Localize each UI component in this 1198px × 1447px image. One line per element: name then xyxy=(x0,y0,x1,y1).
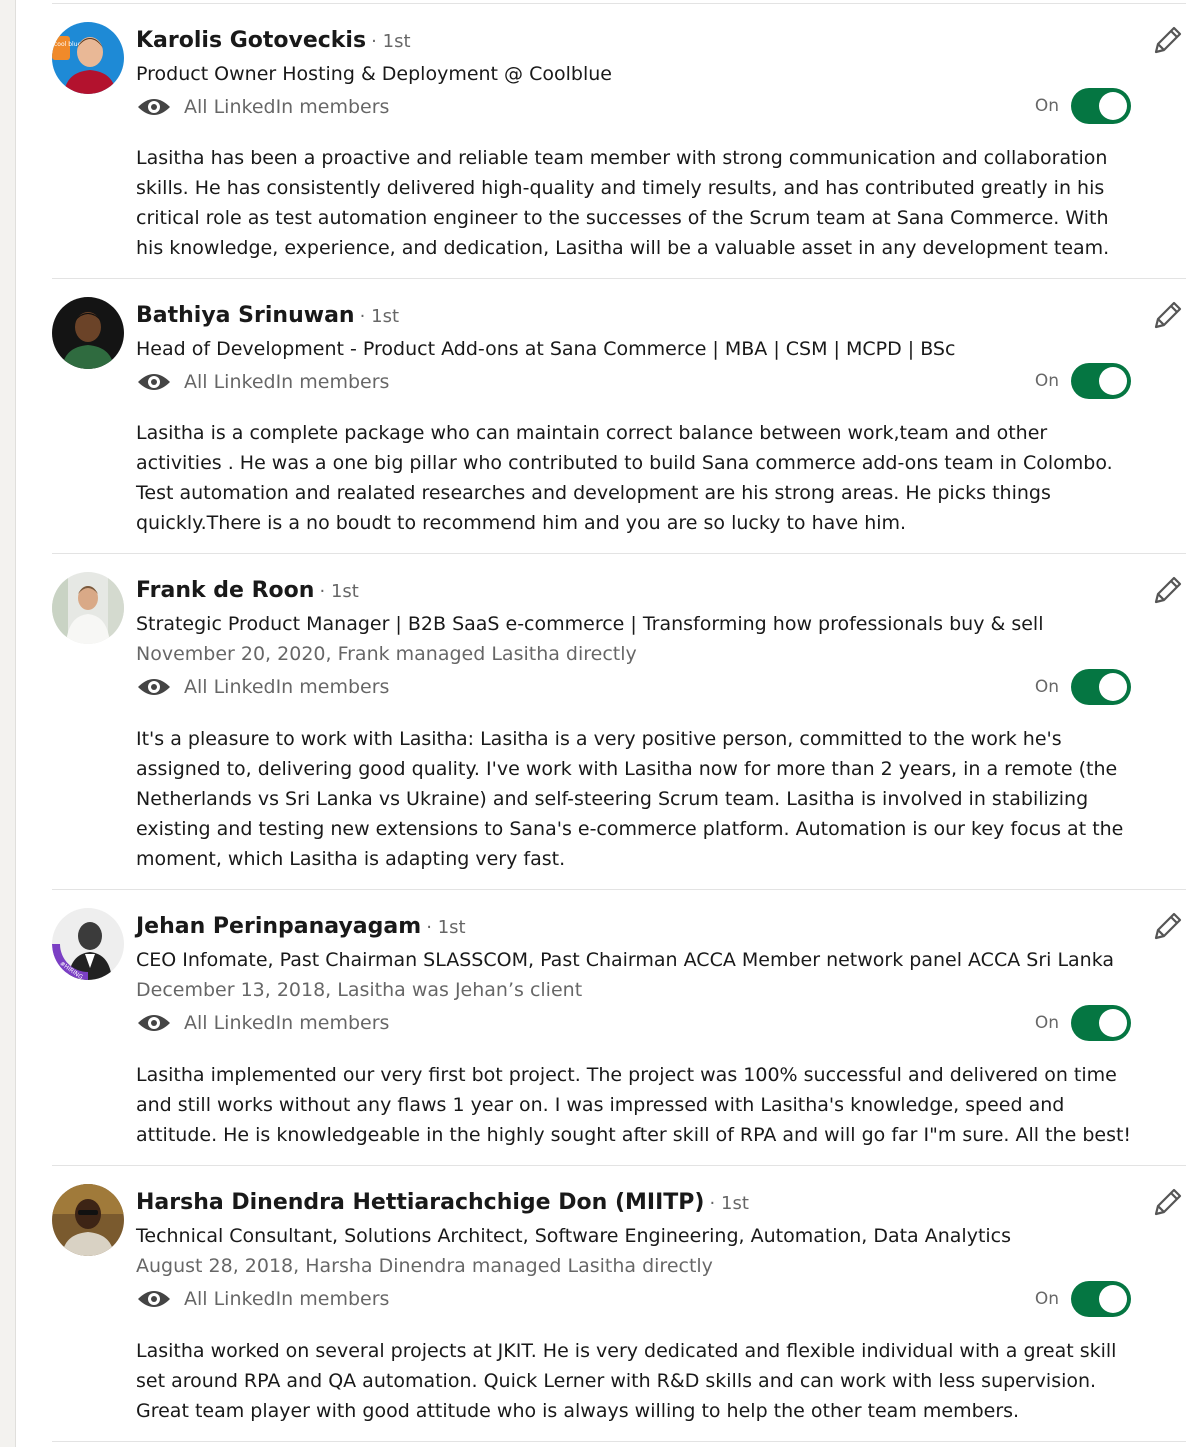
connection-degree: · 1st xyxy=(319,581,359,602)
relationship-date: December 13, 2018, Lasitha was Jehan’s c… xyxy=(136,979,583,1001)
recommendation-item: Frank de Roon · 1st Strategic Product Ma… xyxy=(52,554,1186,890)
toggle-label: On xyxy=(1034,371,1059,391)
recommendation-text: Lasitha has been a proactive and reliabl… xyxy=(136,147,1110,259)
visibility-label: All LinkedIn members xyxy=(184,96,390,118)
avatar[interactable] xyxy=(52,297,124,369)
eye-icon xyxy=(136,1011,172,1035)
connection-degree: · 1st xyxy=(426,917,466,938)
show-toggle[interactable]: On xyxy=(1035,668,1131,706)
visibility-label: All LinkedIn members xyxy=(184,371,390,393)
toggle-switch[interactable] xyxy=(1071,1005,1131,1041)
name-line: Bathiya Srinuwan · 1st xyxy=(136,302,399,331)
pencil-icon[interactable] xyxy=(1150,1186,1184,1220)
recommender-headline: CEO Infomate, Past Chairman SLASSCOM, Pa… xyxy=(136,949,1115,971)
toggle-knob xyxy=(1099,673,1127,701)
eye-icon xyxy=(136,1287,172,1311)
recommendation-text: Lasitha implemented our very first bot p… xyxy=(136,1064,1132,1146)
recommendation-text: It's a pleasure to work with Lasitha: La… xyxy=(136,728,1124,870)
recommendation-item: #HIRING Jehan Perinpanayagam · 1st CEO I… xyxy=(52,890,1186,1166)
recommendation-item: Bathiya Srinuwan · 1st Head of Developme… xyxy=(52,279,1186,554)
show-toggle[interactable]: On xyxy=(1035,1280,1131,1318)
toggle-label: On xyxy=(1034,96,1059,116)
name-line: Frank de Roon · 1st xyxy=(136,577,359,606)
name-line: Harsha Dinendra Hettiarachchige Don (MII… xyxy=(136,1189,749,1218)
recommender-name[interactable]: Bathiya Srinuwan xyxy=(136,303,355,328)
toggle-knob xyxy=(1099,92,1127,120)
recommendation-item: Harsha Dinendra Hettiarachchige Don (MII… xyxy=(52,1166,1186,1442)
svg-text:cool blue: cool blue xyxy=(54,41,81,48)
name-line: Jehan Perinpanayagam · 1st xyxy=(136,913,466,942)
recommender-headline: Product Owner Hosting & Deployment @ Coo… xyxy=(136,63,612,85)
visibility-setting: All LinkedIn members xyxy=(136,1282,389,1316)
toggle-knob xyxy=(1099,367,1127,395)
avatar[interactable]: #HIRING xyxy=(52,908,124,980)
recommender-headline: Head of Development - Product Add-ons at… xyxy=(136,338,956,360)
recommender-name[interactable]: Jehan Perinpanayagam xyxy=(136,914,421,939)
recommendation-text: Lasitha worked on several projects at JK… xyxy=(136,1340,1117,1422)
pencil-icon[interactable] xyxy=(1150,574,1184,608)
show-toggle[interactable]: On xyxy=(1035,362,1131,400)
pencil-icon[interactable] xyxy=(1150,910,1184,944)
eye-icon xyxy=(136,675,172,699)
visibility-label: All LinkedIn members xyxy=(184,1012,390,1034)
toggle-switch[interactable] xyxy=(1071,363,1131,399)
left-gutter xyxy=(0,0,16,1447)
eye-icon xyxy=(136,370,172,394)
toggle-switch[interactable] xyxy=(1071,669,1131,705)
eye-icon xyxy=(136,95,172,119)
show-toggle[interactable]: On xyxy=(1035,87,1131,125)
toggle-switch[interactable] xyxy=(1071,88,1131,124)
recommender-name[interactable]: Harsha Dinendra Hettiarachchige Don (MII… xyxy=(136,1190,704,1215)
recommender-name[interactable]: Karolis Gotoveckis xyxy=(136,28,366,53)
visibility-label: All LinkedIn members xyxy=(184,676,390,698)
visibility-setting: All LinkedIn members xyxy=(136,90,389,124)
toggle-label: On xyxy=(1034,1013,1059,1033)
visibility-setting: All LinkedIn members xyxy=(136,1006,389,1040)
toggle-switch[interactable] xyxy=(1071,1281,1131,1317)
relationship-date: November 20, 2020, Frank managed Lasitha… xyxy=(136,643,637,665)
toggle-label: On xyxy=(1034,677,1059,697)
pencil-icon[interactable] xyxy=(1150,299,1184,333)
avatar[interactable] xyxy=(52,1184,124,1256)
connection-degree: · 1st xyxy=(709,1193,749,1214)
recommender-headline: Strategic Product Manager | B2B SaaS e-c… xyxy=(136,613,1044,635)
avatar[interactable] xyxy=(52,572,124,644)
toggle-knob xyxy=(1099,1009,1127,1037)
show-toggle[interactable]: On xyxy=(1035,1004,1131,1042)
recommendation-item: cool blue Karolis Gotoveckis · 1st Produ… xyxy=(52,4,1186,279)
visibility-label: All LinkedIn members xyxy=(184,1288,390,1310)
visibility-setting: All LinkedIn members xyxy=(136,365,389,399)
visibility-setting: All LinkedIn members xyxy=(136,670,389,704)
name-line: Karolis Gotoveckis · 1st xyxy=(136,27,411,56)
recommendation-text: Lasitha is a complete package who can ma… xyxy=(136,422,1113,534)
recommender-name[interactable]: Frank de Roon xyxy=(136,578,314,603)
pencil-icon[interactable] xyxy=(1150,24,1184,58)
avatar[interactable]: cool blue xyxy=(52,22,124,94)
connection-degree: · 1st xyxy=(359,306,400,327)
toggle-knob xyxy=(1099,1285,1127,1313)
connection-degree: · 1st xyxy=(371,31,411,52)
recommender-headline: Technical Consultant, Solutions Architec… xyxy=(136,1225,1012,1247)
relationship-date: August 28, 2018, Harsha Dinendra managed… xyxy=(136,1255,713,1277)
toggle-label: On xyxy=(1034,1289,1059,1309)
